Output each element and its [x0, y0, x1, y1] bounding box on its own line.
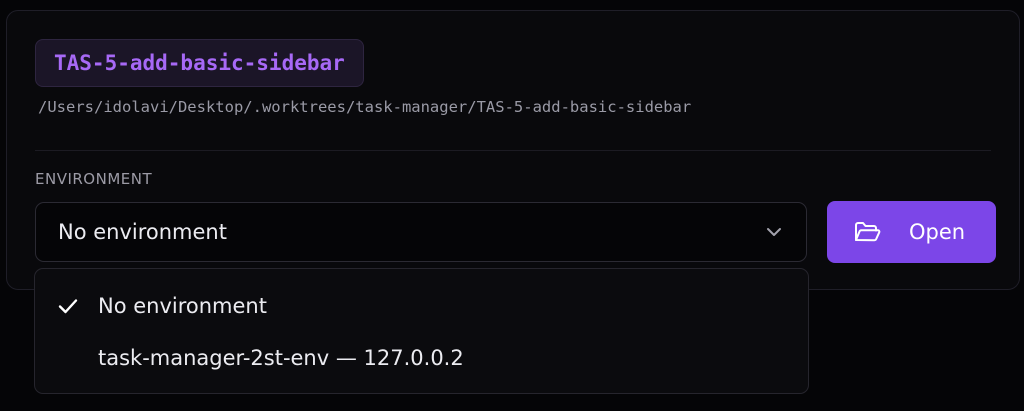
environment-select[interactable]: No environment [35, 202, 807, 262]
branch-name-badge: TAS-5-add-basic-sidebar [35, 39, 364, 87]
environment-option-none[interactable]: No environment [35, 281, 808, 331]
folder-open-icon [853, 220, 881, 244]
worktree-path: /Users/idolavi/Desktop/.worktrees/task-m… [38, 98, 692, 116]
environment-dropdown-menu: No environment task-manager-2st-env — 12… [34, 268, 809, 394]
divider [35, 150, 991, 151]
worktree-card: TAS-5-add-basic-sidebar /Users/idolavi/D… [6, 10, 1020, 290]
environment-option-task-manager-2st-env[interactable]: task-manager-2st-env — 127.0.0.2 [35, 333, 808, 383]
chevron-down-icon [764, 222, 784, 242]
open-button-label: Open [909, 220, 966, 244]
environment-option-label: No environment [98, 294, 267, 318]
environment-option-label: task-manager-2st-env — 127.0.0.2 [98, 346, 464, 370]
checkmark-icon [57, 295, 79, 317]
open-button[interactable]: Open [827, 201, 996, 263]
environment-select-value: No environment [58, 220, 227, 244]
environment-section-label: ENVIRONMENT [35, 170, 153, 188]
